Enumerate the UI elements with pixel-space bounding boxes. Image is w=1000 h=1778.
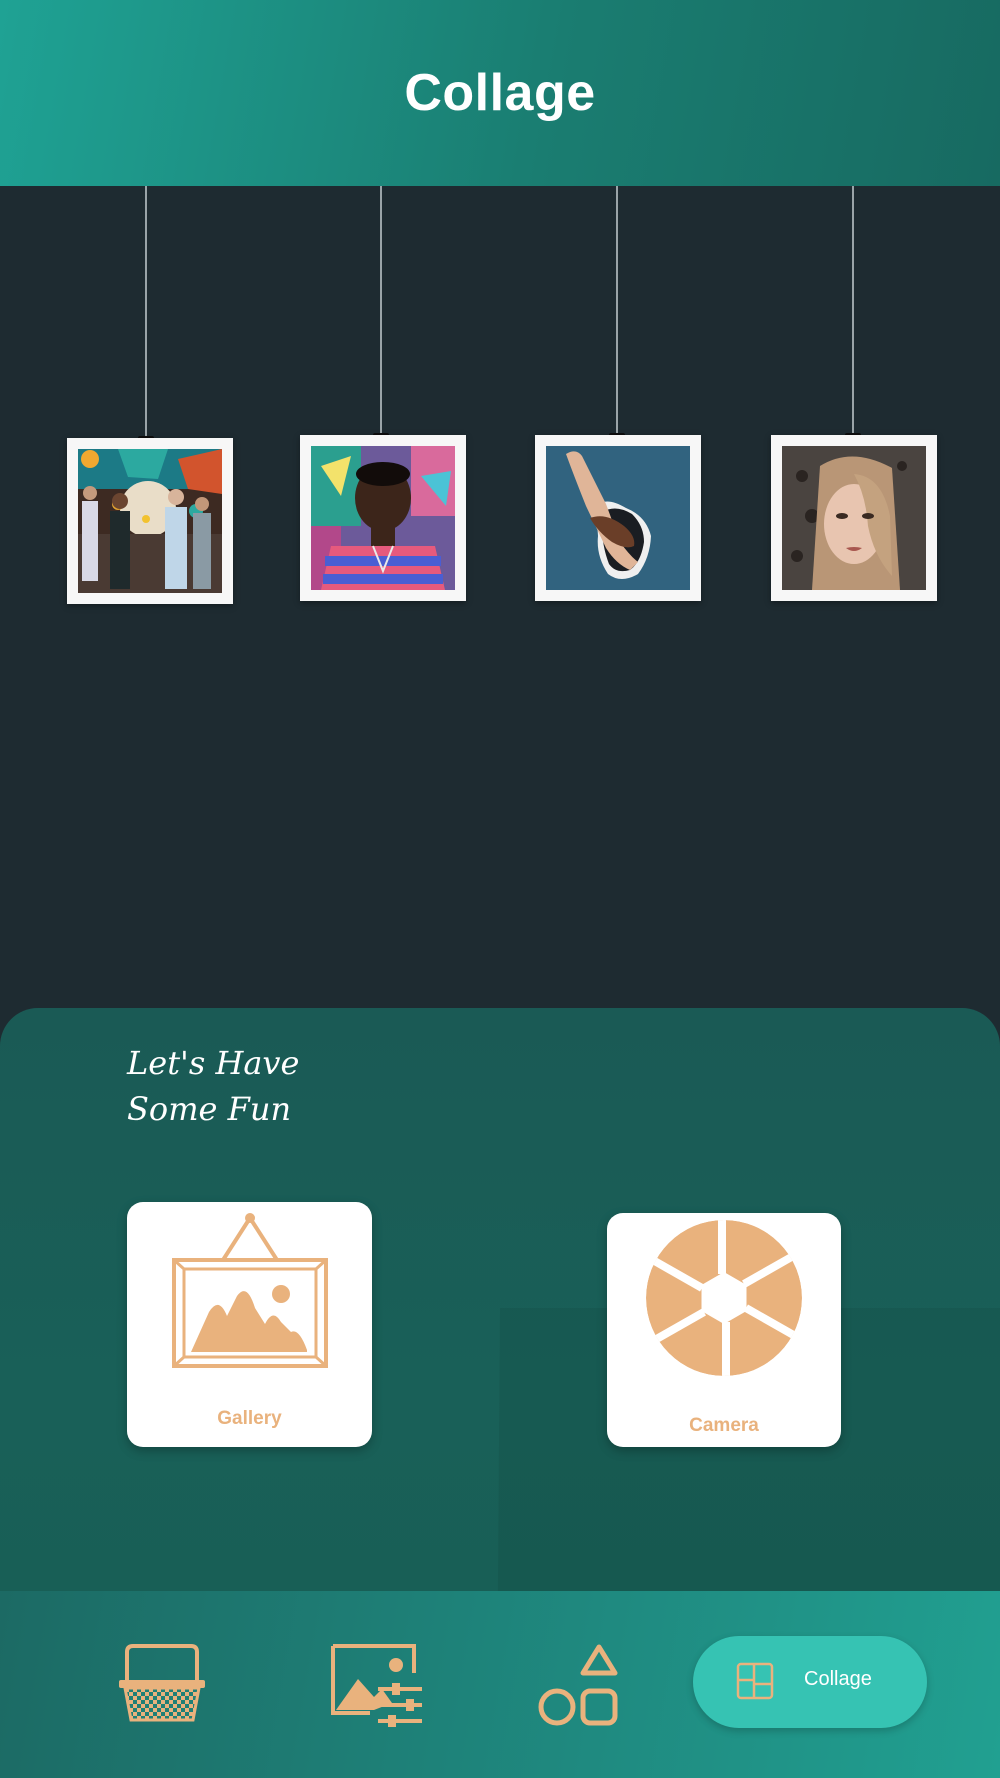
nav-collage-button[interactable]: Collage [693, 1636, 927, 1728]
woman-portrait-thumbnail [782, 446, 926, 590]
collage-icon [736, 1662, 774, 1700]
photo-frame-1[interactable] [67, 438, 233, 604]
basket-icon[interactable] [117, 1644, 207, 1724]
group-photo-thumbnail [78, 449, 222, 593]
camera-label: Camera [689, 1415, 759, 1436]
hanging-string [380, 186, 382, 435]
hanging-string [852, 186, 854, 435]
shapes-icon[interactable] [537, 1643, 621, 1727]
camera-button[interactable]: Camera [607, 1213, 841, 1447]
photo-frame-4[interactable] [771, 435, 937, 601]
photo-frame-3[interactable] [535, 435, 701, 601]
gallery-button[interactable]: Gallery [127, 1202, 372, 1447]
hanging-string [145, 186, 147, 438]
gallery-icon [172, 1213, 328, 1368]
panel-heading: Let's Have Some Fun [127, 1040, 299, 1132]
nav-collage-label: Collage [804, 1668, 872, 1690]
page-title: Collage [404, 64, 596, 122]
image-adjust-icon[interactable] [330, 1643, 426, 1727]
bottom-navigation: Collage [0, 1591, 1000, 1778]
camera-shutter-icon [646, 1220, 802, 1376]
photo-frame-2[interactable] [300, 435, 466, 601]
panel-heading-line1: Let's Have [127, 1044, 300, 1082]
hanging-string [616, 186, 618, 435]
panel-heading-line2: Some Fun [127, 1090, 292, 1128]
hand-photo-thumbnail [546, 446, 690, 590]
man-portrait-thumbnail [311, 446, 455, 590]
app-root: Collage Let's Have Some Fun Gallery Came… [0, 0, 1000, 1778]
app-header: Collage [0, 0, 1000, 186]
gallery-label: Gallery [217, 1408, 282, 1429]
photo-wall [0, 186, 1000, 1006]
